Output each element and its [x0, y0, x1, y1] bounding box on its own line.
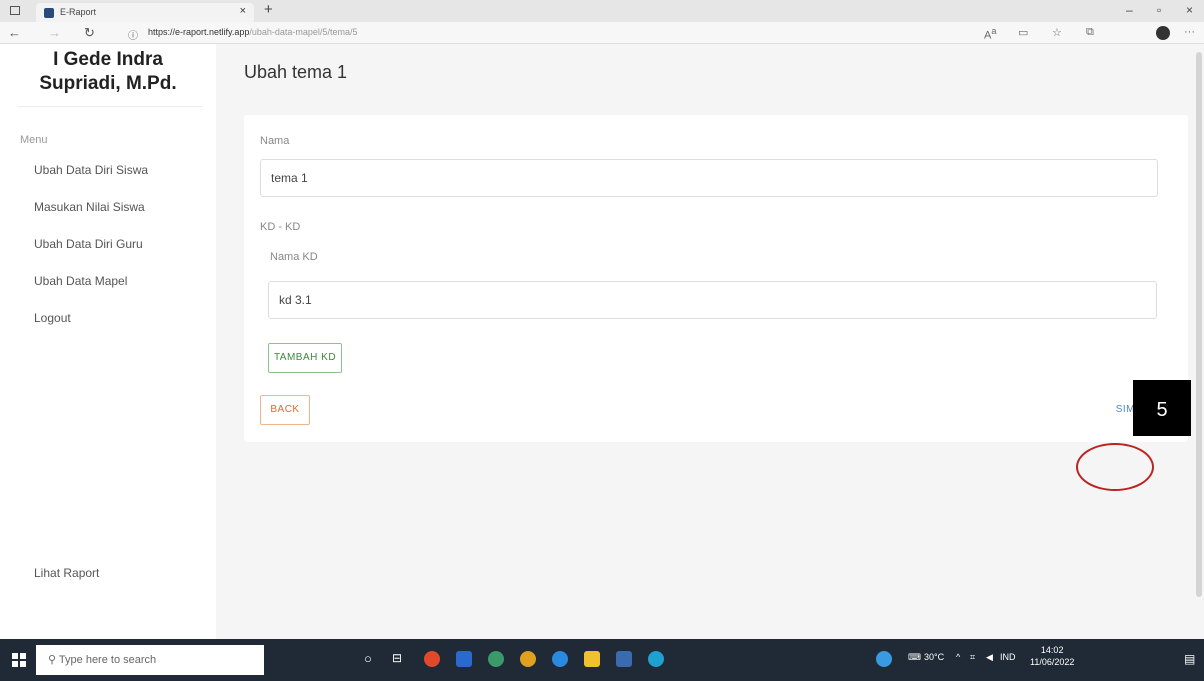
- back-arrow-icon[interactable]: ←: [8, 25, 21, 40]
- more-menu-icon[interactable]: ···: [1184, 26, 1195, 38]
- tab-actions-icon[interactable]: [10, 6, 20, 15]
- page-scrollbar[interactable]: [1196, 52, 1202, 597]
- collections-icon[interactable]: ⧉: [1086, 26, 1094, 39]
- user-name: I Gede Indra Supriadi, M.Pd.: [10, 48, 206, 96]
- minimize-icon[interactable]: –: [1126, 3, 1133, 17]
- chrome-icon[interactable]: [424, 651, 440, 667]
- menu-heading: Menu: [20, 134, 48, 146]
- tambah-kd-button[interactable]: TAMBAH KD: [268, 343, 342, 373]
- user-name-line1: I Gede Indra: [53, 49, 163, 70]
- tray-chevron-icon[interactable]: ^: [956, 652, 960, 662]
- site-favicon-icon: [44, 8, 54, 18]
- sidebar-item-ubah-data-diri-siswa[interactable]: Ubah Data Diri Siswa: [34, 163, 148, 177]
- url-field[interactable]: https://e-raport.netlify.app/ubah-data-m…: [148, 27, 357, 37]
- sidebar-item-logout[interactable]: Logout: [34, 311, 71, 325]
- sidebar: I Gede Indra Supriadi, M.Pd. Menu Ubah D…: [0, 44, 216, 639]
- window-close-icon[interactable]: ×: [1186, 3, 1193, 17]
- back-button[interactable]: BACK: [260, 395, 310, 425]
- language-indicator[interactable]: IND: [1000, 652, 1016, 662]
- lock-icon: ⓘ: [128, 31, 138, 42]
- nama-label: Nama: [260, 135, 290, 147]
- edge-icon[interactable]: [648, 651, 664, 667]
- app-icon-yellow[interactable]: [520, 651, 536, 667]
- form-card: Nama tema 1 KD - KD Nama KD kd 3.1 TAMBA…: [244, 115, 1188, 442]
- keyboard-icon[interactable]: ⌨: [908, 652, 921, 663]
- windows-taskbar: ⚲ Type here to search ○ ⊟ ⌨ 30°C ^ ⌗ ◀ I…: [0, 639, 1204, 681]
- calendar-app-icon[interactable]: [456, 651, 472, 667]
- step-number-badge: 5: [1133, 380, 1191, 436]
- search-icon: ⚲: [48, 654, 59, 666]
- immersive-reader-icon[interactable]: ▭: [1018, 26, 1028, 39]
- browser-tab-bar: E-Raport × + – ▫ ×: [0, 0, 1204, 22]
- forward-arrow-icon[interactable]: →: [48, 25, 61, 40]
- windows-start-icon[interactable]: [12, 653, 26, 667]
- cortana-icon[interactable]: ○: [364, 651, 380, 667]
- store-icon[interactable]: [616, 651, 632, 667]
- clock[interactable]: 14:02 11/06/2022: [1030, 644, 1074, 668]
- address-bar-row: ← → ↻ ⓘ https://e-raport.netlify.app/uba…: [0, 22, 1204, 44]
- new-tab-icon[interactable]: +: [264, 1, 273, 18]
- kd-section-label: KD - KD: [260, 221, 301, 233]
- sidebar-item-masukan-nilai-siswa[interactable]: Masukan Nilai Siswa: [34, 200, 145, 214]
- taskbar-search-input[interactable]: ⚲ Type here to search: [36, 645, 264, 675]
- sidebar-item-ubah-data-diri-guru[interactable]: Ubah Data Diri Guru: [34, 237, 143, 251]
- search-placeholder: Type here to search: [58, 654, 157, 666]
- sidebar-divider: [18, 106, 203, 107]
- main-content: Ubah tema 1 Nama tema 1 KD - KD Nama KD …: [216, 44, 1204, 639]
- temperature-text: 30°C: [924, 652, 945, 662]
- maximize-icon[interactable]: ▫: [1157, 3, 1161, 17]
- profile-avatar-icon[interactable]: [1156, 26, 1170, 40]
- nama-kd-label: Nama KD: [270, 251, 318, 263]
- sidebar-item-ubah-data-mapel[interactable]: Ubah Data Mapel: [34, 274, 127, 288]
- annotation-circle: [1076, 443, 1154, 491]
- clock-time: 14:02: [1040, 645, 1064, 655]
- browser-tab[interactable]: E-Raport ×: [36, 3, 254, 22]
- url-host: https://e-raport.netlify.app: [148, 27, 250, 37]
- reload-icon[interactable]: ↻: [84, 25, 95, 41]
- telegram-icon[interactable]: [552, 651, 568, 667]
- read-aloud-icon[interactable]: Aa: [984, 26, 996, 42]
- favorite-star-icon[interactable]: ☆: [1052, 26, 1062, 39]
- user-name-line2: Supriadi, M.Pd.: [39, 73, 177, 94]
- nama-input[interactable]: tema 1: [260, 159, 1158, 197]
- volume-icon[interactable]: ◀: [986, 652, 993, 663]
- tab-close-icon[interactable]: ×: [240, 5, 246, 17]
- weather-icon[interactable]: [876, 651, 892, 667]
- lihat-raport-link[interactable]: Lihat Raport: [34, 566, 99, 580]
- clock-date: 11/06/2022: [1030, 657, 1075, 667]
- network-icon[interactable]: ⌗: [970, 652, 975, 663]
- tab-title: E-Raport: [60, 7, 97, 17]
- task-view-icon[interactable]: ⊟: [392, 651, 408, 667]
- app-icon-green[interactable]: [488, 651, 504, 667]
- url-path: /ubah-data-mapel/5/tema/5: [249, 27, 358, 37]
- page-title: Ubah tema 1: [244, 62, 348, 82]
- nama-kd-input[interactable]: kd 3.1: [268, 281, 1157, 319]
- notification-icon[interactable]: ▤: [1184, 652, 1195, 666]
- file-explorer-icon[interactable]: [584, 651, 600, 667]
